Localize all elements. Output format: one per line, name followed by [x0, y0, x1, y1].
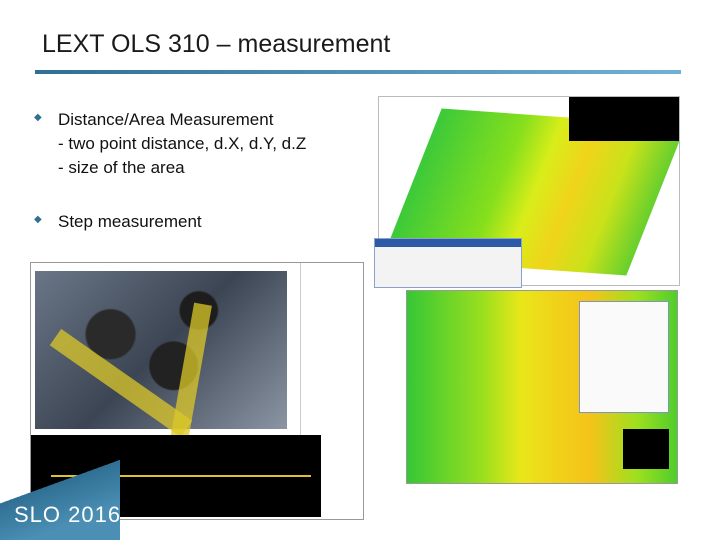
bullet-marker-icon: ◆	[34, 214, 42, 225]
step-legend	[623, 429, 669, 469]
window-titlebar	[375, 239, 521, 247]
info-panel	[569, 97, 679, 141]
step-measurement-image	[406, 290, 678, 484]
bullet-line: Distance/Area Measurement	[58, 110, 274, 129]
bullet-marker-icon: ◆	[34, 112, 42, 123]
bullet-line: - two point distance, d.X, d.Y, d.Z	[58, 134, 307, 153]
step-results-table	[579, 301, 669, 413]
slide-title: LEXT OLS 310 – measurement	[42, 30, 391, 58]
footer-label: SLO 2016	[14, 502, 122, 527]
bullet-line: - size of the area	[58, 158, 185, 177]
step-results-window	[374, 238, 522, 288]
title-divider	[35, 70, 681, 74]
bullet-line: Step measurement	[58, 212, 202, 231]
profile-side-panel	[300, 263, 357, 449]
